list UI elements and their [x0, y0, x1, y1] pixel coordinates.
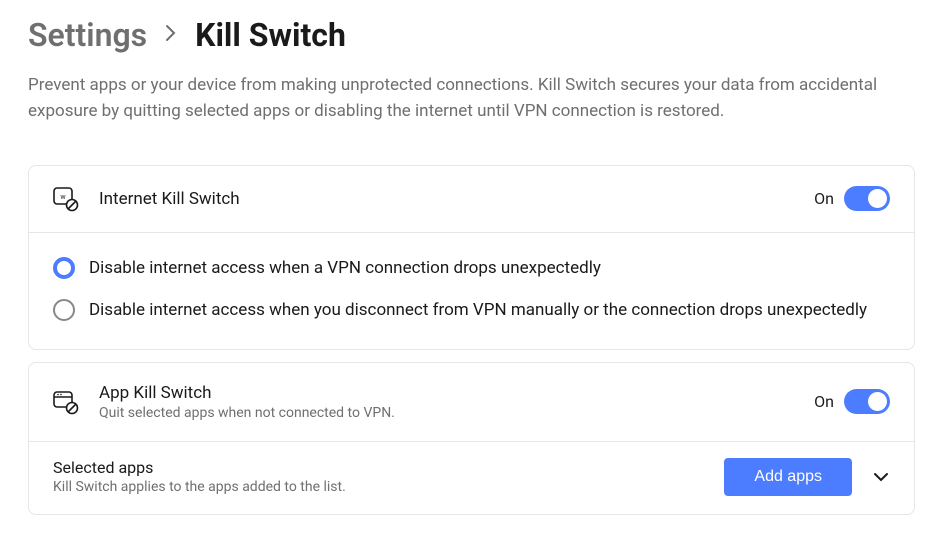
radio-icon [53, 299, 75, 321]
internet-kill-switch-options: Disable internet access when a VPN conne… [29, 233, 914, 349]
selected-apps-row: Selected apps Kill Switch applies to the… [29, 441, 914, 514]
radio-label: Disable internet access when you disconn… [89, 300, 867, 320]
svg-text:w: w [60, 193, 66, 201]
app-kill-switch-title: App Kill Switch [99, 383, 814, 403]
internet-kill-switch-card: w Internet Kill Switch On Disable intern… [28, 165, 915, 350]
app-block-icon [53, 389, 79, 415]
radio-option-manual-or-drops[interactable]: Disable internet access when you disconn… [53, 289, 890, 331]
page-description: Prevent apps or your device from making … [28, 72, 915, 125]
app-kill-switch-toggle[interactable] [844, 389, 890, 414]
selected-apps-title: Selected apps [53, 458, 724, 477]
radio-option-drops-unexpectedly[interactable]: Disable internet access when a VPN conne… [53, 247, 890, 289]
app-toggle-label: On [814, 392, 834, 411]
app-kill-switch-header: App Kill Switch Quit selected apps when … [29, 363, 914, 441]
app-kill-switch-card: App Kill Switch Quit selected apps when … [28, 362, 915, 515]
breadcrumb-parent[interactable]: Settings [28, 16, 147, 54]
chevron-right-icon [165, 23, 177, 48]
internet-kill-switch-title: Internet Kill Switch [99, 189, 814, 209]
internet-kill-switch-header: w Internet Kill Switch On [29, 166, 914, 233]
add-apps-button[interactable]: Add apps [724, 458, 852, 496]
internet-toggle-label: On [814, 189, 834, 208]
globe-block-icon: w [53, 186, 79, 212]
breadcrumb: Settings Kill Switch [28, 16, 915, 54]
chevron-down-icon[interactable] [872, 468, 890, 486]
internet-kill-switch-toggle[interactable] [844, 186, 890, 211]
radio-icon [53, 257, 75, 279]
app-kill-switch-subtitle: Quit selected apps when not connected to… [99, 405, 814, 421]
selected-apps-subtitle: Kill Switch applies to the apps added to… [53, 479, 724, 495]
radio-label: Disable internet access when a VPN conne… [89, 258, 601, 278]
page-title: Kill Switch [195, 16, 346, 54]
